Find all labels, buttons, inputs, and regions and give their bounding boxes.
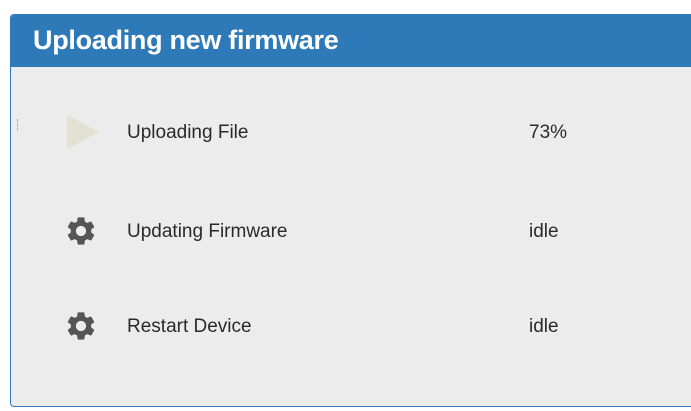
step-label: Updating Firmware [127,221,288,242]
step-row-update-firmware: Updating Firmware idle [11,211,691,251]
step-label: Uploading File [127,122,249,143]
gear-icon [63,213,99,249]
step-label: Restart Device [127,316,252,337]
step-status: idle [529,316,559,337]
dialog-header: Uploading new firmware [11,15,691,67]
step-status: idle [529,221,559,242]
gear-icon [63,308,99,344]
step-status: 73% [529,122,568,143]
page: Uploading new firmware Uploading File 73… [0,0,691,411]
play-icon [63,114,99,150]
step-row-upload-file: Uploading File 73% [11,112,691,152]
dialog-title: Uploading new firmware [33,25,339,55]
step-row-restart-device: Restart Device idle [11,306,691,346]
firmware-upload-dialog: Uploading new firmware Uploading File 73… [10,14,691,407]
